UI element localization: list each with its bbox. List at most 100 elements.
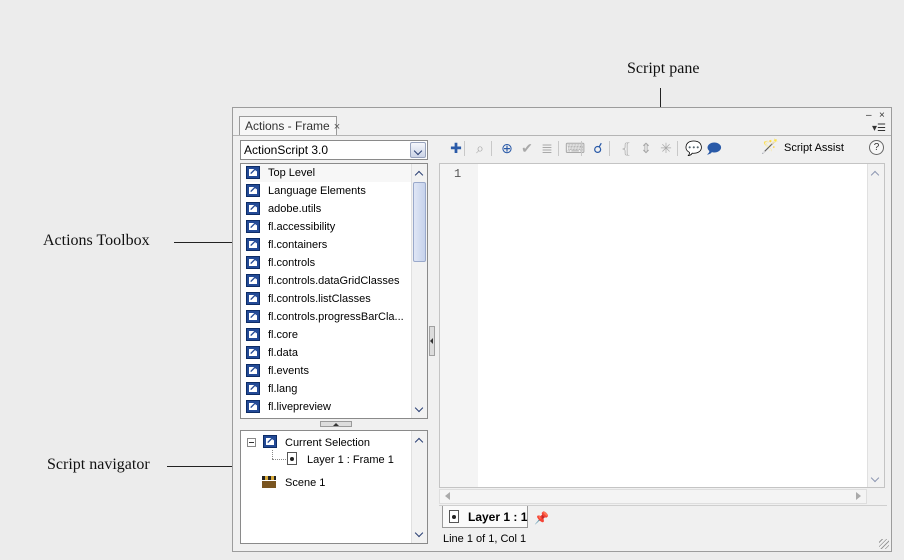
nav-current-selection[interactable]: Current Selection: [285, 437, 370, 449]
toolbox-item[interactable]: fl.core: [246, 326, 412, 344]
collapse-tree-icon[interactable]: [247, 438, 256, 447]
callout-script-pane: Script pane: [627, 60, 700, 77]
script-tab-layer1[interactable]: Layer 1 : 1: [442, 506, 528, 528]
resize-grip[interactable]: [879, 539, 889, 549]
toolbox-item[interactable]: fl.data: [246, 344, 412, 362]
insert-target-path-icon[interactable]: ⊕: [498, 139, 516, 157]
script-tab-label: Layer 1 : 1: [468, 510, 528, 524]
add-statement-icon[interactable]: ✚: [447, 139, 465, 157]
toolbar-separator: [609, 141, 610, 156]
tab-actions-frame[interactable]: Actions - Frame ×: [239, 116, 340, 135]
package-book-icon: [246, 309, 260, 323]
toolbox-item-label: fl.controls.dataGridClasses: [268, 275, 400, 287]
scroll-right-arrow-icon[interactable]: [856, 492, 861, 500]
check-syntax-icon[interactable]: ✔: [518, 139, 536, 157]
scroll-up-arrow-icon[interactable]: [868, 165, 884, 181]
help-icon[interactable]: ?: [869, 140, 884, 155]
script-pane: 1: [439, 163, 885, 488]
toolbox-item[interactable]: fl.controls.progressBarCla...: [246, 308, 412, 326]
script-tabs-bar: Layer 1 : 1 📌: [439, 505, 887, 530]
scroll-up-arrow-icon[interactable]: [412, 165, 427, 181]
toolbox-item-label: fl.controls.progressBarCla...: [268, 311, 404, 323]
editor-vertical-scrollbar[interactable]: [867, 164, 884, 487]
chevron-down-icon[interactable]: [410, 142, 426, 158]
toolbox-item[interactable]: fl.containers: [246, 236, 412, 254]
line-number: 1: [454, 167, 462, 181]
script-assist-label: Script Assist: [784, 142, 844, 154]
toolbox-item[interactable]: fl.lang: [246, 380, 412, 398]
toolbox-item[interactable]: fl.controls: [246, 254, 412, 272]
toolbox-item-label: fl.lang: [268, 383, 298, 395]
tab-divider: [233, 135, 891, 136]
script-navigator: Current Selection Layer 1 : Frame 1 Scen…: [240, 430, 428, 544]
panel-close-button[interactable]: ×: [879, 111, 885, 121]
toolbox-item-label: fl.core: [268, 329, 298, 341]
magic-wand-icon: 🪄: [761, 138, 779, 154]
callout-line-actions-toolbox: [174, 242, 240, 243]
toolbox-item[interactable]: Top Level: [246, 164, 412, 182]
scroll-left-arrow-icon[interactable]: [445, 492, 450, 500]
package-book-icon: [246, 381, 260, 395]
status-bar-text: Line 1 of 1, Col 1: [443, 533, 527, 545]
tab-close-icon[interactable]: ×: [334, 121, 340, 133]
scroll-up-arrow-icon[interactable]: [412, 432, 427, 448]
apply-block-comment-icon[interactable]: 💬: [685, 139, 703, 157]
find-icon[interactable]: ⌕: [471, 139, 489, 157]
collapse-up-icon[interactable]: [320, 421, 352, 427]
toolbox-scrollbar[interactable]: [411, 164, 427, 418]
code-editor[interactable]: [478, 164, 868, 487]
expand-all-icon[interactable]: ✳: [657, 139, 675, 157]
toolbox-item[interactable]: fl.controls.listClasses: [246, 290, 412, 308]
toolbar-separator: [581, 141, 582, 156]
navigator-scrollbar[interactable]: [411, 431, 427, 543]
package-book-icon: [246, 165, 260, 179]
toolbox-item-label: fl.events: [268, 365, 309, 377]
package-book-icon: [246, 273, 260, 287]
current-selection-icon: [263, 434, 277, 448]
apply-line-comment-icon[interactable]: 🗩: [705, 139, 723, 157]
version-selected-value: ActionScript 3.0: [244, 143, 329, 157]
toolbox-item-label: fl.livepreview: [268, 401, 331, 413]
collapse-selection-icon[interactable]: ⇕: [637, 139, 655, 157]
scroll-thumb[interactable]: [413, 182, 426, 262]
package-book-icon: [246, 327, 260, 341]
toolbox-item[interactable]: fl.livepreview: [246, 398, 412, 416]
toolbox-item[interactable]: fl.controls.dataGridClasses: [246, 272, 412, 290]
toolbox-item-label: fl.data: [268, 347, 298, 359]
nav-scene[interactable]: Scene 1: [285, 477, 325, 489]
toolbox-item[interactable]: fl.accessibility: [246, 218, 412, 236]
toolbox-item-label: Top Level: [268, 167, 316, 179]
auto-format-icon[interactable]: ≣: [538, 139, 556, 157]
toolbox-navigator-splitter[interactable]: [240, 421, 428, 427]
scroll-down-arrow-icon[interactable]: [868, 470, 884, 486]
callout-actions-toolbox: Actions Toolbox: [43, 232, 150, 249]
panel-minimize-button[interactable]: –: [866, 111, 872, 121]
toolbox-item[interactable]: fl.events: [246, 362, 412, 380]
scroll-down-arrow-icon[interactable]: [412, 400, 427, 416]
actionscript-version-select[interactable]: ActionScript 3.0: [240, 140, 428, 160]
pane-collapse-handle[interactable]: [429, 326, 435, 356]
toolbar-separator: [558, 141, 559, 156]
toolbox-item-label: fl.containers: [268, 239, 328, 251]
toolbar-separator: [464, 141, 465, 156]
nav-layer-frame[interactable]: Layer 1 : Frame 1: [307, 454, 394, 466]
toolbar-separator: [677, 141, 678, 156]
panel-menu-icon[interactable]: ▾☰: [872, 124, 886, 134]
toolbox-item-label: fl.controls: [268, 257, 316, 269]
scene-clapper-icon: [262, 476, 276, 488]
script-toolbar: ✚ ⌕ ⊕ ✔ ≣ ⌨ ☌ ⦃ ⇕ ✳ 💬 🗩 🪄 Script Assist ?: [439, 138, 889, 160]
pin-script-icon[interactable]: 📌: [534, 511, 549, 525]
package-book-icon: [246, 345, 260, 359]
scroll-down-arrow-icon[interactable]: [412, 525, 427, 541]
actions-panel: – × ▾☰ Actions - Frame × ActionScript 3.0…: [232, 107, 892, 552]
frame-script-icon: [449, 510, 459, 523]
package-book-icon: [246, 399, 260, 413]
toolbar-separator: [491, 141, 492, 156]
tab-title: Actions - Frame: [245, 119, 330, 133]
toolbox-item[interactable]: adobe.utils: [246, 200, 412, 218]
editor-horizontal-scrollbar[interactable]: [439, 489, 867, 504]
toolbox-item[interactable]: Language Elements: [246, 182, 412, 200]
debug-options-icon[interactable]: ☌: [589, 139, 607, 157]
toolbox-item-label: Language Elements: [268, 185, 366, 197]
collapse-between-braces-icon[interactable]: ⦃: [617, 139, 635, 157]
